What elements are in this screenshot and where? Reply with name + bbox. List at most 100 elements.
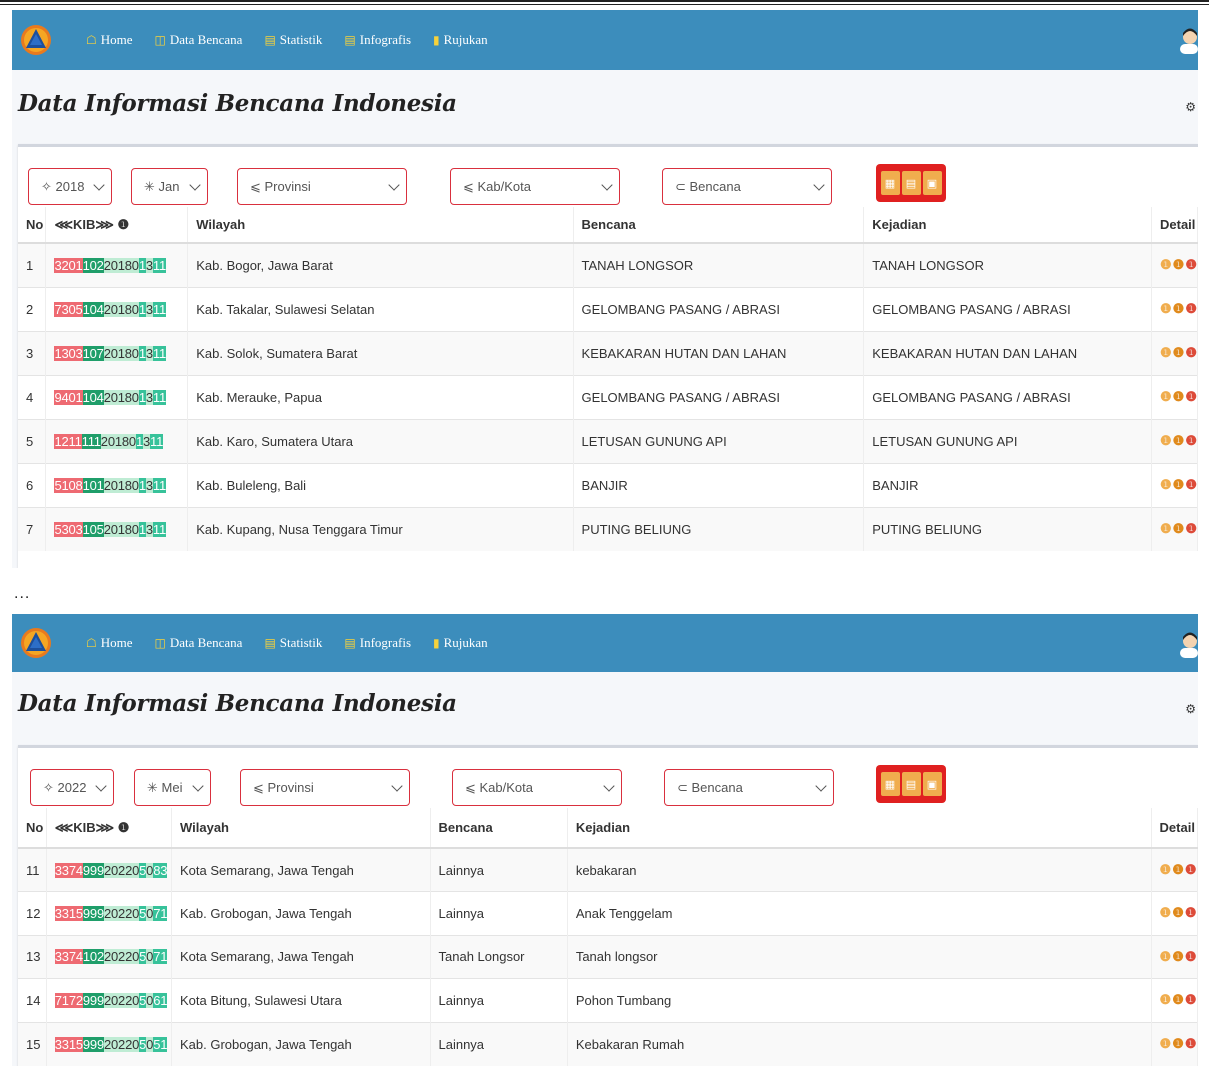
table-row[interactable]: 13 3374 102 20220 5 0 71 Kota Semarang, Jawa Te…	[18, 934, 1198, 979]
user-avatar-icon[interactable]	[1178, 632, 1198, 658]
gear-icon[interactable]: ⚙	[1185, 100, 1196, 114]
year-select[interactable]: ✧ 2022	[30, 769, 114, 806]
table-row[interactable]: 12 3315 999 20220 5 0 71 Kab. Grobogan, Jawa Te…	[18, 891, 1198, 935]
info-circle-icon[interactable]: ❶	[1160, 905, 1172, 921]
kib-code[interactable]: 3374 102 20220 5 0 71	[54, 949, 167, 965]
table-row[interactable]: 2 7305 104 20180 1 3 11 Kab. Takalar, Sulawesi …	[18, 286, 1198, 331]
table-view-icon[interactable]: ▤	[901, 171, 921, 195]
info-circle-icon[interactable]: ❶	[1160, 862, 1172, 878]
nav-data-bencana[interactable]: ◫ Data Bencana	[155, 635, 243, 651]
info-circle-icon[interactable]: ❶	[1160, 345, 1172, 361]
info-circle-icon[interactable]: ❶	[1185, 992, 1197, 1008]
bnpb-logo-icon[interactable]	[20, 22, 52, 58]
info-circle-icon[interactable]: ❶	[1173, 345, 1185, 361]
kabkota-select[interactable]: ⩽ Kab/Kota	[452, 769, 622, 806]
info-circle-icon[interactable]: ❶	[1185, 257, 1197, 273]
info-circle-icon[interactable]: ❶	[1185, 1036, 1197, 1052]
nav-statistik[interactable]: ▤ Statistik	[264, 635, 322, 651]
col-wilayah[interactable]: Wilayah	[187, 207, 574, 244]
nav-home[interactable]: ☖ Home	[86, 635, 133, 651]
col-kejadian[interactable]: Kejadian	[567, 808, 1152, 849]
table-row[interactable]: 1 3201 102 20180 1 3 11 Kab. Bogor, Jawa Barat T…	[18, 242, 1198, 287]
calendar-view-icon[interactable]: ▣	[922, 171, 942, 195]
nav-rujukan[interactable]: ▮ Rujukan	[433, 32, 488, 48]
info-circle-icon[interactable]: ❶	[1160, 1036, 1172, 1052]
kib-code[interactable]: 7305 104 20180 1 3 11	[54, 301, 166, 317]
col-kib[interactable]: ⋘KIB⋙ ❶	[46, 808, 172, 849]
provinsi-select[interactable]: ⩽ Provinsi	[240, 769, 410, 806]
info-circle-icon[interactable]: ❶	[1173, 521, 1185, 537]
table-view-icon[interactable]: ▤	[901, 772, 921, 796]
info-circle-icon[interactable]: ❶	[1185, 949, 1197, 965]
kib-code[interactable]: 3201 102 20180 1 3 11	[54, 257, 166, 273]
info-circle-icon[interactable]: ❶	[1160, 257, 1172, 273]
col-bencana[interactable]: Bencana	[430, 808, 568, 849]
info-circle-icon[interactable]: ❶	[1185, 345, 1197, 361]
col-kib[interactable]: ⋘KIB⋙ ❶	[45, 207, 189, 244]
kabkota-select[interactable]: ⩽ Kab/Kota	[450, 168, 620, 205]
info-circle-icon[interactable]: ❶	[1160, 521, 1172, 537]
info-circle-icon[interactable]: ❶	[1172, 992, 1184, 1008]
info-circle-icon[interactable]: ❶	[1160, 477, 1172, 493]
info-circle-icon[interactable]: ❶	[1185, 301, 1197, 317]
kib-code[interactable]: 7172 999 20220 5 0 61	[54, 992, 167, 1008]
info-circle-icon[interactable]: ❶	[1173, 389, 1185, 405]
kib-code[interactable]: 1303 107 20180 1 3 11	[54, 345, 166, 361]
gear-icon[interactable]: ⚙	[1185, 702, 1196, 716]
info-circle-icon[interactable]: ❶	[1172, 862, 1184, 878]
year-select[interactable]: ✧ 2018	[28, 168, 112, 205]
kib-code[interactable]: 3315 999 20220 5 0 51	[54, 1036, 167, 1052]
col-bencana[interactable]: Bencana	[573, 207, 865, 244]
info-circle-icon[interactable]: ❶	[1185, 477, 1197, 493]
nav-home[interactable]: ☖ Home	[86, 32, 133, 48]
info-circle-icon[interactable]: ❶	[1160, 992, 1172, 1008]
table-row[interactable]: 6 5108 101 20180 1 3 11 Kab. Buleleng, Bali BANJ…	[18, 462, 1198, 507]
info-circle-icon[interactable]: ❶	[1160, 433, 1172, 449]
info-circle-icon[interactable]: ❶	[1185, 862, 1197, 878]
provinsi-select[interactable]: ⩽ Provinsi	[237, 168, 407, 205]
nav-infografis[interactable]: ▤ Infografis	[344, 635, 411, 651]
nav-infografis[interactable]: ▤ Infografis	[344, 32, 411, 48]
kib-code[interactable]: 1211 111 20180 1 3 11	[54, 433, 163, 449]
info-circle-icon[interactable]: ❶	[1160, 389, 1172, 405]
grid-view-icon[interactable]: ▦	[880, 171, 900, 195]
bnpb-logo-icon[interactable]	[20, 625, 52, 661]
info-circle-icon[interactable]: ❶	[1172, 905, 1184, 921]
kib-code[interactable]: 5108 101 20180 1 3 11	[54, 477, 166, 493]
info-circle-icon[interactable]: ❶	[1160, 949, 1172, 965]
kib-code[interactable]: 3315 999 20220 5 0 71	[54, 905, 167, 921]
info-circle-icon[interactable]: ❶	[1173, 433, 1185, 449]
info-circle-icon[interactable]: ❶	[1173, 477, 1185, 493]
bencana-select[interactable]: ⊂ Bencana	[664, 769, 834, 806]
info-circle-icon[interactable]: ❶	[1173, 257, 1185, 273]
kib-code[interactable]: 9401 104 20180 1 3 11	[54, 389, 166, 405]
col-wilayah[interactable]: Wilayah	[171, 808, 431, 849]
table-row[interactable]: 3 1303 107 20180 1 3 11 Kab. Solok, Sumatera Ba…	[18, 330, 1198, 375]
info-circle-icon[interactable]: ❶	[1185, 521, 1197, 537]
col-detail[interactable]: Detail	[1151, 808, 1198, 849]
kib-code[interactable]: 3374 999 20220 5 0 83	[54, 862, 167, 878]
info-circle-icon[interactable]: ❶	[1185, 433, 1197, 449]
calendar-view-icon[interactable]: ▣	[922, 772, 942, 796]
table-row[interactable]: 4 9401 104 20180 1 3 11 Kab. Merauke, Papua GELO…	[18, 374, 1198, 419]
info-circle-icon[interactable]: ❶	[1185, 389, 1197, 405]
nav-rujukan[interactable]: ▮ Rujukan	[433, 635, 488, 651]
user-avatar-icon[interactable]	[1178, 28, 1198, 54]
month-select[interactable]: ✳ Jan	[131, 168, 208, 205]
info-circle-icon[interactable]: ❶	[1172, 949, 1184, 965]
col-detail[interactable]: Detail	[1151, 207, 1198, 244]
col-kejadian[interactable]: Kejadian	[863, 207, 1152, 244]
table-row[interactable]: 14 7172 999 20220 5 0 61 Kota Bitung, Sulawesi …	[18, 978, 1198, 1022]
grid-view-icon[interactable]: ▦	[880, 772, 900, 796]
table-row[interactable]: 5 1211 111 20180 1 3 11 Kab. Karo, Sumatera Uta…	[18, 418, 1198, 463]
info-circle-icon[interactable]: ❶	[1172, 1036, 1184, 1052]
info-circle-icon[interactable]: ❶	[1185, 905, 1197, 921]
nav-data-bencana[interactable]: ◫ Data Bencana	[155, 32, 243, 48]
table-row[interactable]: 7 5303 105 20180 1 3 11 Kab. Kupang, Nusa Tengg…	[18, 506, 1198, 551]
bencana-select[interactable]: ⊂ Bencana	[662, 168, 832, 205]
kib-code[interactable]: 5303 105 20180 1 3 11	[54, 521, 166, 537]
table-row[interactable]: 15 3315 999 20220 5 0 51 Kab. Grobogan, Jawa Te…	[18, 1021, 1198, 1066]
table-row[interactable]: 11 3374 999 20220 5 0 83 Kota Semarang, Jawa Te…	[18, 847, 1198, 892]
col-no[interactable]: No	[18, 808, 47, 849]
info-circle-icon[interactable]: ❶	[1173, 301, 1185, 317]
